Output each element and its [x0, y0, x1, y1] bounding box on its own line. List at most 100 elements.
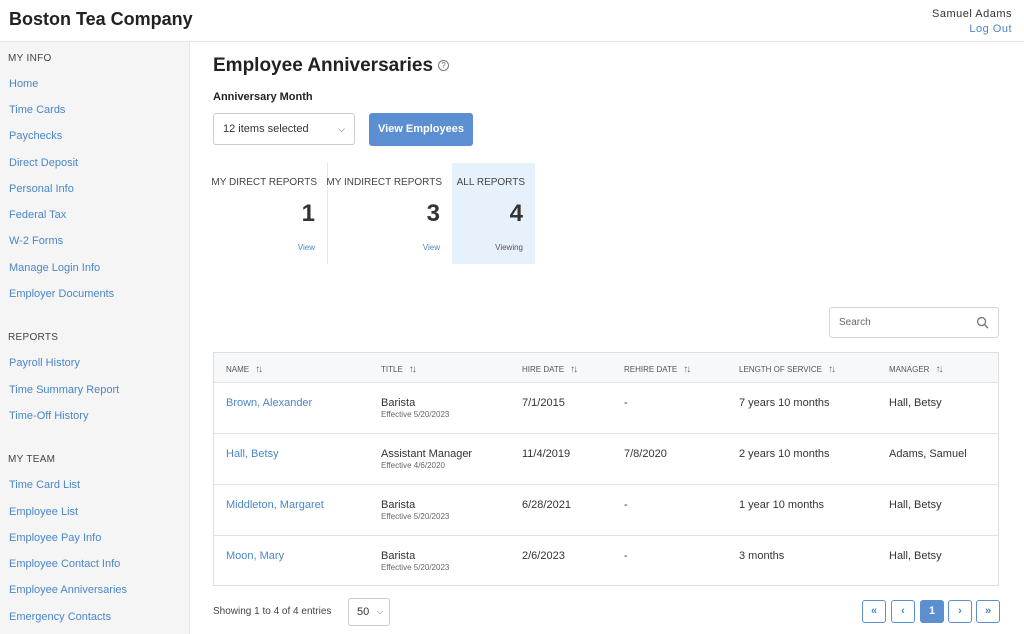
- page-size-select[interactable]: 50 ⌵: [348, 598, 390, 626]
- tile-label: MY DIRECT REPORTS: [211, 177, 317, 188]
- length-of-service: 2 years 10 months: [739, 448, 830, 460]
- hire-date: 6/28/2021: [522, 499, 571, 511]
- search-icon[interactable]: [976, 316, 989, 329]
- sidebar-item-emergency-contacts[interactable]: Emergency Contacts: [9, 611, 111, 623]
- tile-view-link[interactable]: View: [298, 243, 315, 252]
- sort-icon[interactable]: ↑↓: [570, 364, 578, 375]
- employee-title: Barista Effective 5/20/2023: [381, 550, 450, 572]
- first-page-button[interactable]: «: [862, 600, 886, 623]
- sidebar-item-employee-pay-info[interactable]: Employee Pay Info: [9, 532, 101, 544]
- hire-date: 2/6/2023: [522, 550, 565, 562]
- tile-viewing-status: Viewing: [495, 243, 523, 252]
- search-box: [829, 307, 999, 338]
- employee-name-link[interactable]: Brown, Alexander: [226, 397, 312, 409]
- length-of-service: 1 year 10 months: [739, 499, 824, 511]
- sidebar-item-direct-deposit[interactable]: Direct Deposit: [9, 157, 78, 169]
- sidebar-item-personal-info[interactable]: Personal Info: [9, 183, 74, 195]
- column-header-name[interactable]: NAME ↑↓: [226, 364, 263, 375]
- brand-name: Boston Tea Company: [9, 9, 193, 29]
- sidebar-item-time-off-history[interactable]: Time-Off History: [9, 410, 88, 422]
- sidebar-item-home[interactable]: Home: [9, 78, 38, 90]
- sidebar-item-employee-anniversaries[interactable]: Employee Anniversaries: [9, 584, 127, 596]
- previous-page-button[interactable]: ‹: [891, 600, 915, 623]
- table-header: NAME ↑↓ TITLE ↑↓ HIRE DATE ↑↓ REHIRE DATE ↑↓…: [214, 353, 998, 383]
- logout-link[interactable]: Log Out: [932, 22, 1012, 37]
- last-page-button[interactable]: »: [976, 600, 1000, 623]
- tile-count: 4: [509, 200, 523, 227]
- user-name: Samuel Adams: [932, 8, 1012, 20]
- employee-name-link[interactable]: Hall, Betsy: [226, 448, 279, 460]
- rehire-date: 7/8/2020: [624, 448, 667, 460]
- length-of-service: 3 months: [739, 550, 785, 562]
- sidebar-heading-reports: REPORTS: [8, 332, 59, 343]
- help-icon[interactable]: ?: [438, 60, 450, 72]
- sort-icon[interactable]: ↑↓: [683, 364, 691, 375]
- title-effective-date: Effective 5/20/2023: [381, 512, 450, 521]
- page-title: Employee Anniversaries?: [213, 55, 450, 77]
- employee-title: Barista Effective 5/20/2023: [381, 397, 450, 419]
- rehire-date: -: [624, 550, 628, 562]
- sort-icon[interactable]: ↑↓: [255, 364, 263, 375]
- tile-view-link[interactable]: View: [423, 243, 440, 252]
- hire-date: 7/1/2015: [522, 397, 565, 409]
- sidebar-item-employer-documents[interactable]: Employer Documents: [9, 288, 114, 300]
- sidebar-item-paychecks[interactable]: Paychecks: [9, 130, 62, 142]
- sort-icon[interactable]: ↑↓: [409, 364, 417, 375]
- column-header-length-of-service[interactable]: LENGTH OF SERVICE ↑↓: [739, 364, 836, 375]
- page-size-value: 50: [357, 606, 370, 618]
- tile-count: 3: [426, 200, 440, 227]
- chevron-down-icon: ⌵: [376, 607, 383, 616]
- top-bar: Boston Tea Company Samuel Adams Log Out: [0, 0, 1024, 42]
- anniversary-month-value: 12 items selected: [223, 123, 309, 135]
- sort-icon[interactable]: ↑↓: [828, 364, 836, 375]
- title-effective-date: Effective 5/20/2023: [381, 410, 450, 419]
- sidebar-heading-my-team: MY TEAM: [8, 454, 56, 465]
- hire-date: 11/4/2019: [522, 448, 571, 460]
- user-menu: Samuel Adams Log Out: [932, 7, 1012, 37]
- employee-name-link[interactable]: Middleton, Margaret: [226, 499, 324, 511]
- table-row: Moon, Mary Barista Effective 5/20/2023 2/…: [214, 536, 998, 587]
- page-title-text: Employee Anniversaries: [213, 55, 434, 76]
- anniversary-month-select[interactable]: 12 items selected ⌵: [213, 113, 355, 145]
- next-page-button[interactable]: ›: [948, 600, 972, 623]
- column-header-manager[interactable]: MANAGER ↑↓: [889, 364, 943, 375]
- column-header-hire-date[interactable]: HIRE DATE ↑↓: [522, 364, 578, 375]
- sidebar-item-manage-login-info[interactable]: Manage Login Info: [9, 262, 100, 274]
- manager: Hall, Betsy: [889, 397, 942, 409]
- tile-my-indirect-reports[interactable]: MY INDIRECT REPORTS 3 View: [326, 163, 452, 264]
- sidebar-item-payroll-history[interactable]: Payroll History: [9, 357, 80, 369]
- sidebar-item-time-summary-report[interactable]: Time Summary Report: [9, 384, 119, 396]
- title-effective-date: Effective 5/20/2023: [381, 563, 450, 572]
- entries-info: Showing 1 to 4 of 4 entries: [213, 606, 332, 617]
- anniversary-month-label: Anniversary Month: [213, 91, 313, 103]
- search-input[interactable]: [830, 308, 960, 337]
- chevron-down-icon: ⌵: [338, 124, 345, 134]
- tile-my-direct-reports[interactable]: MY DIRECT REPORTS 1 View: [211, 163, 327, 264]
- manager: Hall, Betsy: [889, 499, 942, 511]
- sidebar-item-federal-tax[interactable]: Federal Tax: [9, 209, 66, 221]
- employee-title: Barista Effective 5/20/2023: [381, 499, 450, 521]
- tile-all-reports[interactable]: ALL REPORTS 4 Viewing: [452, 163, 535, 264]
- employee-title: Assistant Manager Effective 4/6/2020: [381, 448, 473, 470]
- tile-count: 1: [301, 200, 315, 227]
- sidebar-item-time-cards[interactable]: Time Cards: [9, 104, 65, 116]
- employees-table: NAME ↑↓ TITLE ↑↓ HIRE DATE ↑↓ REHIRE DATE ↑↓…: [213, 352, 999, 586]
- page-button-1[interactable]: 1: [920, 600, 944, 623]
- employee-name-link[interactable]: Moon, Mary: [226, 550, 284, 562]
- table-row: Brown, Alexander Barista Effective 5/20/2…: [214, 383, 998, 434]
- manager: Hall, Betsy: [889, 550, 942, 562]
- table-row: Middleton, Margaret Barista Effective 5/2…: [214, 485, 998, 536]
- sidebar-item-w2-forms[interactable]: W-2 Forms: [9, 235, 63, 247]
- sidebar-item-time-card-list[interactable]: Time Card List: [9, 479, 80, 491]
- table-row: Hall, Betsy Assistant Manager Effective 4…: [214, 434, 998, 485]
- sort-icon[interactable]: ↑↓: [935, 364, 943, 375]
- length-of-service: 7 years 10 months: [739, 397, 830, 409]
- column-header-title[interactable]: TITLE ↑↓: [381, 364, 417, 375]
- sidebar-item-employee-contact-info[interactable]: Employee Contact Info: [9, 558, 120, 570]
- sidebar-item-employee-list[interactable]: Employee List: [9, 506, 78, 518]
- rehire-date: -: [624, 499, 628, 511]
- view-employees-button[interactable]: View Employees: [369, 113, 473, 146]
- column-header-rehire-date[interactable]: REHIRE DATE ↑↓: [624, 364, 691, 375]
- rehire-date: -: [624, 397, 628, 409]
- sidebar-heading-my-info: MY INFO: [8, 53, 52, 64]
